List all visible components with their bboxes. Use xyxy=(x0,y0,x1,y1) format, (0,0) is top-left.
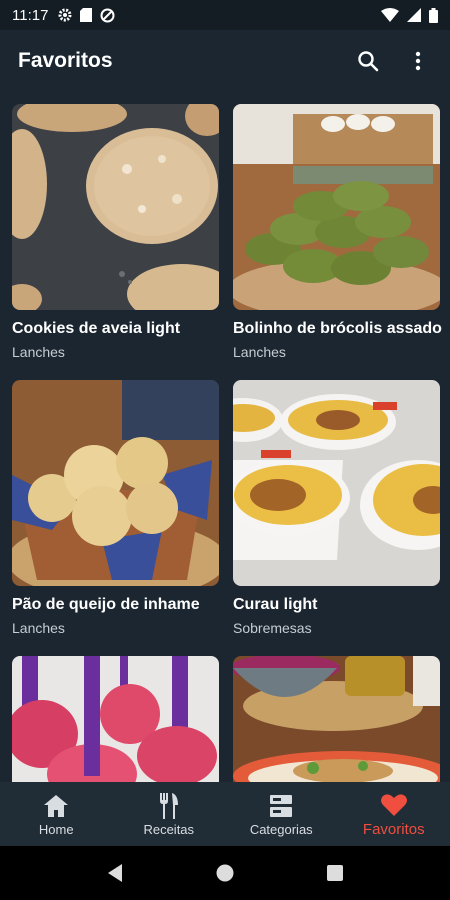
nav-label: Favoritos xyxy=(362,820,425,838)
recipe-image-cookies xyxy=(12,104,219,310)
recipe-category: Lanches xyxy=(12,620,65,636)
nav-item-favoritos[interactable]: Favoritos xyxy=(338,782,450,846)
nav-item-receitas[interactable]: Receitas xyxy=(113,782,226,846)
back-icon[interactable] xyxy=(106,863,124,883)
heart-icon xyxy=(380,794,407,816)
search-icon xyxy=(358,51,379,72)
recipe-name: Curau light xyxy=(233,596,318,613)
nav-label: Receitas xyxy=(143,821,195,837)
recipe-image-popsicles xyxy=(12,656,219,782)
cutlery-icon xyxy=(159,792,178,819)
sd-card-icon xyxy=(80,8,93,22)
recipe-image-broccoli xyxy=(233,104,440,310)
recipe-name: Bolinho de brócolis assado xyxy=(233,320,442,337)
categories-icon xyxy=(270,794,293,817)
nav-item-categorias[interactable]: Categorias xyxy=(225,782,338,846)
recipe-category: Lanches xyxy=(12,344,65,360)
bottom-navigation: Home Receitas Categorias Favoritos xyxy=(0,782,450,846)
recents-icon[interactable] xyxy=(326,864,344,882)
status-bar: 11:17 xyxy=(0,0,450,30)
recipe-image-cheese-bread xyxy=(12,380,219,586)
recipe-category: Sobremesas xyxy=(233,620,312,636)
app-bar: Favoritos xyxy=(0,30,450,92)
wifi-icon xyxy=(381,8,399,22)
recipe-image-bowls xyxy=(233,656,440,782)
recipe-category: Lanches xyxy=(233,344,286,360)
settings-icon xyxy=(58,8,72,22)
system-navigation-bar xyxy=(0,846,450,900)
recipe-name: Cookies de aveia light xyxy=(12,320,181,337)
recipe-card[interactable]: Cookies de aveia light Lanches xyxy=(12,104,219,360)
status-time: 11:17 xyxy=(12,6,49,24)
page-title: Favoritos xyxy=(18,49,113,72)
recipe-card[interactable] xyxy=(12,656,219,782)
signal-icon xyxy=(407,8,421,22)
do-not-disturb-icon xyxy=(100,8,115,22)
nav-label: Categorias xyxy=(249,821,313,837)
favorites-grid: Cookies de aveia light Lanches Bolinho d… xyxy=(0,92,450,782)
recipe-card[interactable]: Bolinho de brócolis assado Lanches xyxy=(233,104,442,360)
recipe-name: Pão de queijo de inhame xyxy=(12,596,200,613)
recipe-card[interactable] xyxy=(233,656,440,782)
more-options-button[interactable] xyxy=(404,47,432,75)
recipe-card[interactable]: Pão de queijo de inhame Lanches xyxy=(12,380,219,636)
home-icon xyxy=(44,794,69,817)
home-circle-icon[interactable] xyxy=(215,863,235,883)
battery-icon xyxy=(429,7,438,23)
nav-label: Home xyxy=(38,821,74,837)
nav-item-home[interactable]: Home xyxy=(0,782,113,846)
more-vert-icon xyxy=(415,51,421,71)
recipe-card[interactable]: Curau light Sobremesas xyxy=(233,380,440,636)
recipe-image-curau xyxy=(233,380,440,586)
search-button[interactable] xyxy=(354,47,382,75)
